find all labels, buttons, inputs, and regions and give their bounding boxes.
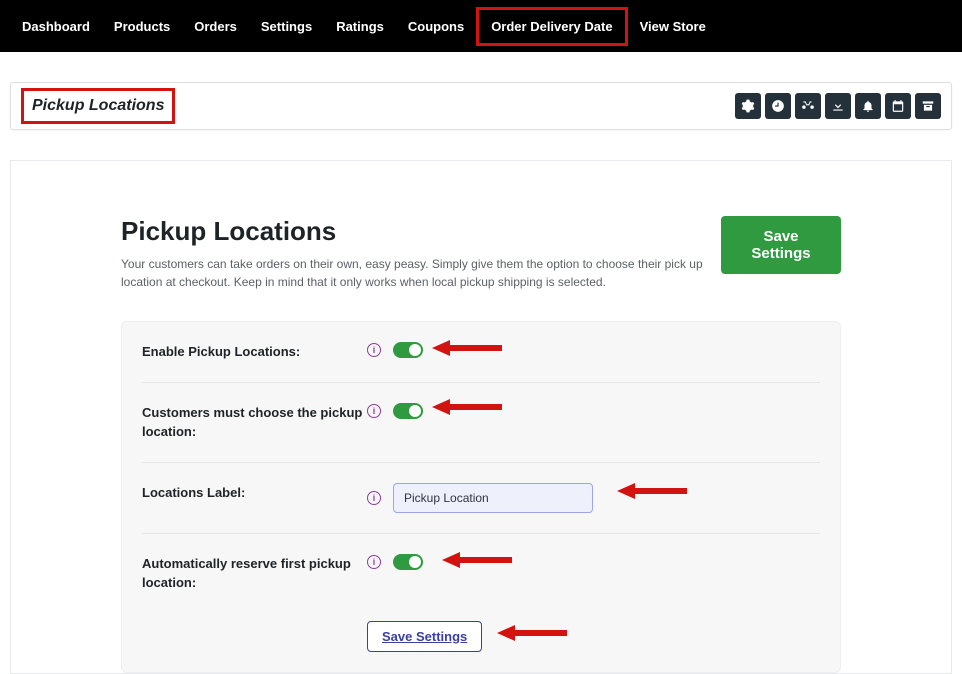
content-heading: Pickup Locations: [121, 216, 721, 247]
bell-icon[interactable]: [855, 93, 881, 119]
setting-row-auto-reserve: Automatically reserve first pickup locat…: [142, 534, 820, 672]
nav-settings[interactable]: Settings: [249, 10, 324, 43]
page-title: Pickup Locations: [21, 88, 175, 124]
info-icon[interactable]: i: [367, 555, 381, 569]
toggle-enable-pickup[interactable]: [393, 342, 423, 358]
annotation-arrow: [442, 548, 512, 572]
setting-row-enable-pickup: Enable Pickup Locations: i: [142, 322, 820, 383]
page-bar-icons: [735, 93, 941, 119]
nav-products[interactable]: Products: [102, 10, 182, 43]
setting-label: Customers must choose the pickup locatio…: [142, 403, 367, 442]
gear-icon[interactable]: [735, 93, 761, 119]
annotation-arrow: [432, 395, 502, 419]
nav-coupons[interactable]: Coupons: [396, 10, 476, 43]
settings-panel: Enable Pickup Locations: i Customers mus…: [121, 321, 841, 673]
nav-ratings[interactable]: Ratings: [324, 10, 396, 43]
top-nav: Dashboard Products Orders Settings Ratin…: [0, 0, 962, 52]
save-settings-button-small[interactable]: Save Settings: [367, 621, 482, 652]
download-icon[interactable]: [825, 93, 851, 119]
bike-icon[interactable]: [795, 93, 821, 119]
setting-label: Locations Label:: [142, 483, 367, 503]
archive-icon[interactable]: [915, 93, 941, 119]
calendar-icon[interactable]: [885, 93, 911, 119]
info-icon[interactable]: i: [367, 491, 381, 505]
info-icon[interactable]: i: [367, 404, 381, 418]
content-subtext: Your customers can take orders on their …: [121, 255, 721, 291]
annotation-arrow: [617, 479, 687, 503]
setting-label: Enable Pickup Locations:: [142, 342, 367, 362]
annotation-arrow: [497, 621, 567, 645]
info-icon[interactable]: i: [367, 343, 381, 357]
setting-row-must-choose: Customers must choose the pickup locatio…: [142, 383, 820, 463]
nav-view-store[interactable]: View Store: [628, 10, 718, 43]
locations-label-input[interactable]: [393, 483, 593, 513]
setting-label: Automatically reserve first pickup locat…: [142, 554, 367, 593]
toggle-must-choose[interactable]: [393, 403, 423, 419]
content-card: Pickup Locations Your customers can take…: [10, 160, 952, 674]
annotation-arrow: [432, 336, 502, 360]
save-settings-button[interactable]: Save Settings: [721, 216, 841, 274]
nav-order-delivery-date[interactable]: Order Delivery Date: [476, 7, 627, 46]
setting-row-locations-label: Locations Label: i: [142, 463, 820, 534]
toggle-auto-reserve[interactable]: [393, 554, 423, 570]
page-bar: Pickup Locations: [10, 82, 952, 130]
nav-dashboard[interactable]: Dashboard: [10, 10, 102, 43]
clock-icon[interactable]: [765, 93, 791, 119]
nav-orders[interactable]: Orders: [182, 10, 249, 43]
